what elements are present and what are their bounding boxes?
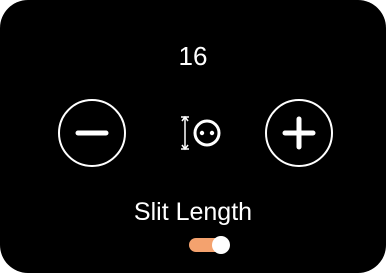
slit-length-value: 16 — [178, 41, 208, 71]
toggle-knob — [212, 236, 230, 254]
slit-length-label: Slit Length — [133, 198, 253, 226]
decrease-button[interactable] — [58, 99, 126, 167]
plus-icon — [282, 116, 316, 150]
increase-button[interactable] — [265, 99, 333, 167]
slit-length-toggle[interactable] — [189, 236, 231, 254]
minus-icon — [75, 130, 109, 136]
slit-length-icon — [181, 115, 221, 151]
slit-length-panel: 16 Slit Length — [0, 0, 386, 273]
